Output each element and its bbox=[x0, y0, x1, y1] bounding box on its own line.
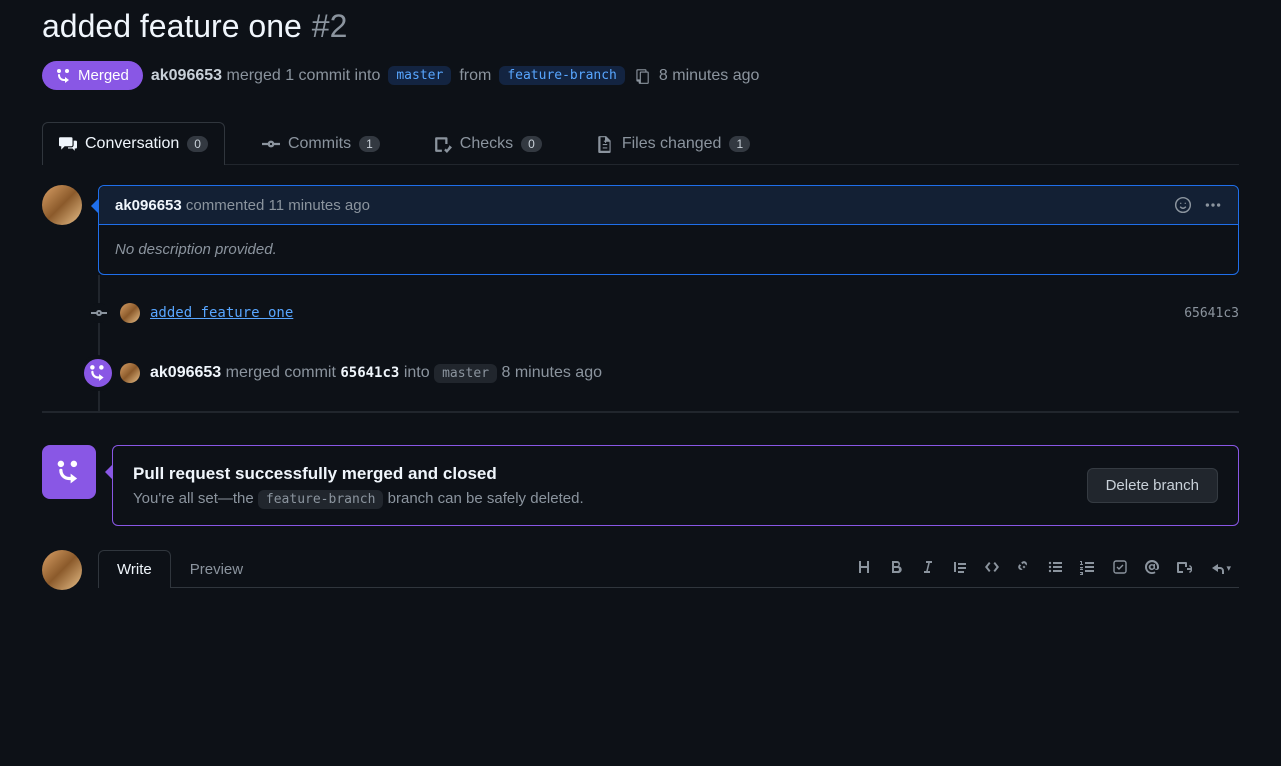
merge-event-author[interactable]: ak096653 bbox=[150, 364, 221, 381]
merge-meta: ak096653 merged 1 commit into bbox=[151, 67, 380, 85]
comment-discussion-icon bbox=[59, 135, 77, 153]
tab-commits[interactable]: Commits 1 bbox=[245, 122, 397, 165]
avatar[interactable] bbox=[120, 303, 140, 323]
tab-label: Checks bbox=[460, 135, 513, 153]
tab-label: Conversation bbox=[85, 135, 179, 153]
git-merge-icon bbox=[56, 68, 72, 84]
delete-branch-button[interactable]: Delete branch bbox=[1087, 468, 1218, 503]
merged-panel-branch: feature-branch bbox=[258, 490, 384, 509]
unordered-list-icon[interactable] bbox=[1048, 559, 1064, 578]
tab-label: Files changed bbox=[622, 135, 722, 153]
tasklist-icon[interactable] bbox=[1112, 559, 1128, 578]
commit-message-link[interactable]: added feature one bbox=[150, 305, 293, 321]
tab-label: Commits bbox=[288, 135, 351, 153]
head-branch[interactable]: feature-branch bbox=[499, 66, 625, 85]
link-icon[interactable] bbox=[1016, 559, 1032, 578]
merged-relative-time: 8 minutes ago bbox=[659, 67, 760, 85]
comment-action: commented bbox=[186, 197, 264, 214]
pr-description-comment: ak096653 commented 11 minutes ago No des… bbox=[42, 185, 1239, 275]
tab-count: 0 bbox=[521, 136, 542, 152]
comment-editor: Write Preview bbox=[98, 550, 1239, 590]
base-branch[interactable]: master bbox=[388, 66, 451, 85]
git-commit-icon bbox=[262, 135, 280, 153]
git-merge-icon bbox=[42, 445, 96, 499]
tab-conversation[interactable]: Conversation 0 bbox=[42, 122, 225, 165]
editor-tab-preview[interactable]: Preview bbox=[171, 550, 262, 588]
avatar[interactable] bbox=[120, 363, 140, 383]
copy-icon[interactable] bbox=[633, 67, 651, 85]
merge-event-time: 8 minutes ago bbox=[501, 364, 602, 381]
bold-icon[interactable] bbox=[888, 559, 904, 578]
italic-icon[interactable] bbox=[920, 559, 936, 578]
checklist-icon bbox=[434, 135, 452, 153]
pr-meta-row: Merged ak096653 merged 1 commit into mas… bbox=[42, 61, 1239, 90]
tab-count: 1 bbox=[359, 136, 380, 152]
git-commit-icon bbox=[89, 303, 109, 323]
comment-time: 11 minutes ago bbox=[268, 197, 369, 214]
file-diff-icon bbox=[596, 135, 614, 153]
markdown-toolbar: ▾ bbox=[856, 559, 1239, 578]
merge-event-branch[interactable]: master bbox=[434, 364, 497, 383]
comment-body: No description provided. bbox=[99, 225, 1238, 274]
tab-files-changed[interactable]: Files changed 1 bbox=[579, 122, 767, 165]
tab-count: 1 bbox=[729, 136, 750, 152]
emoji-react-icon[interactable] bbox=[1174, 196, 1192, 214]
cross-reference-icon[interactable] bbox=[1176, 559, 1192, 578]
merged-confirmation-panel: Pull request successfully merged and clo… bbox=[112, 445, 1239, 526]
avatar[interactable] bbox=[42, 185, 82, 225]
pr-tabs: Conversation 0 Commits 1 Checks 0 Files … bbox=[42, 122, 1239, 165]
tab-count: 0 bbox=[187, 136, 208, 152]
commit-sha[interactable]: 65641c3 bbox=[1184, 306, 1239, 321]
divider bbox=[42, 411, 1239, 413]
timeline-merged-event: ak096653 merged commit 65641c3 into mast… bbox=[120, 363, 1239, 383]
pr-title: added feature one bbox=[42, 8, 302, 45]
reply-icon[interactable]: ▾ bbox=[1208, 559, 1231, 578]
state-badge-merged: Merged bbox=[42, 61, 143, 90]
heading-icon[interactable] bbox=[856, 559, 872, 578]
git-merge-icon bbox=[80, 355, 116, 391]
code-icon[interactable] bbox=[984, 559, 1000, 578]
from-word: from bbox=[459, 67, 491, 85]
ordered-list-icon[interactable] bbox=[1080, 559, 1096, 578]
state-label: Merged bbox=[78, 67, 129, 84]
merge-author[interactable]: ak096653 bbox=[151, 67, 222, 84]
timeline-commit: added feature one 65641c3 bbox=[120, 303, 1239, 323]
comment-author[interactable]: ak096653 bbox=[115, 197, 182, 214]
merged-panel-title: Pull request successfully merged and clo… bbox=[133, 464, 584, 484]
tab-checks[interactable]: Checks 0 bbox=[417, 122, 559, 165]
pr-number: #2 bbox=[312, 8, 348, 45]
kebab-icon[interactable] bbox=[1204, 196, 1222, 214]
avatar[interactable] bbox=[42, 550, 82, 590]
quote-icon[interactable] bbox=[952, 559, 968, 578]
editor-tab-write[interactable]: Write bbox=[98, 550, 171, 588]
merge-event-sha[interactable]: 65641c3 bbox=[340, 365, 399, 381]
mention-icon[interactable] bbox=[1144, 559, 1160, 578]
